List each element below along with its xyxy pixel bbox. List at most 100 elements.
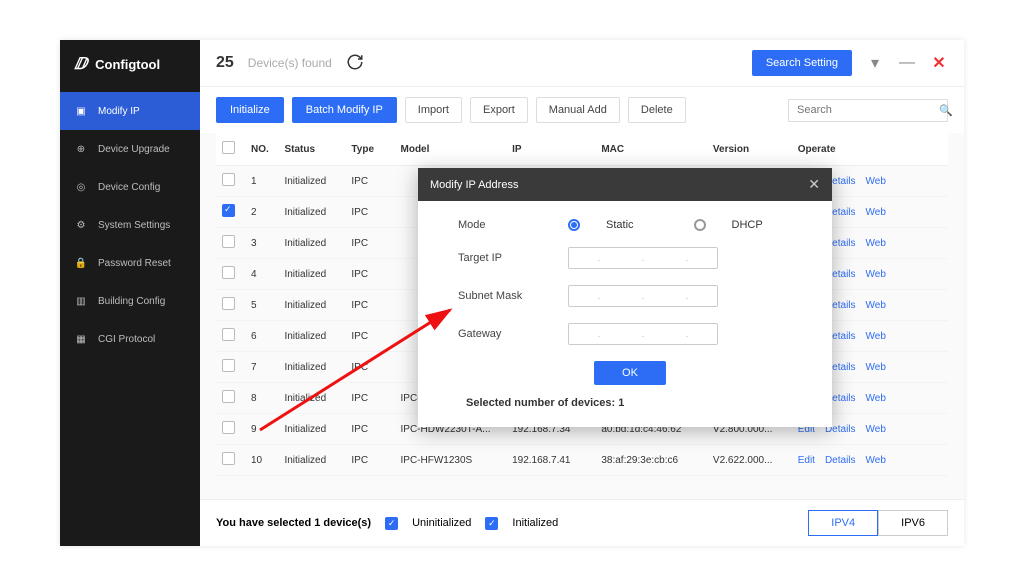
sidebar-item-label: System Settings (98, 220, 170, 231)
sidebar-item-label: Building Config (98, 296, 165, 307)
row-checkbox[interactable] (222, 452, 235, 465)
row-checkbox[interactable] (222, 328, 235, 341)
search-icon[interactable]: 🔍 (939, 104, 953, 117)
col-ip: IP (506, 133, 595, 166)
search-box[interactable]: 🔍 (788, 99, 948, 122)
initialized-label: Initialized (512, 517, 558, 529)
ip-version-segment: IPV4 IPV6 (808, 510, 948, 536)
search-input[interactable] (797, 104, 939, 116)
row-checkbox[interactable] (222, 359, 235, 372)
export-button[interactable]: Export (470, 97, 528, 123)
row-checkbox[interactable] (222, 235, 235, 248)
col-mac: MAC (595, 133, 707, 166)
sidebar-item-label: CGI Protocol (98, 334, 155, 345)
search-setting-button[interactable]: Search Setting (752, 50, 852, 76)
select-all-checkbox[interactable] (222, 141, 235, 154)
web-link[interactable]: Web (866, 176, 886, 187)
col-model: Model (395, 133, 507, 166)
sidebar-item-system-settings[interactable]: ⚙ System Settings (60, 206, 200, 244)
mode-label: Mode (458, 219, 548, 231)
col-status: Status (278, 133, 345, 166)
batch-modify-ip-button[interactable]: Batch Modify IP (292, 97, 397, 123)
manual-add-button[interactable]: Manual Add (536, 97, 620, 123)
sidebar-item-device-upgrade[interactable]: ⊕ Device Upgrade (60, 130, 200, 168)
ipv4-button[interactable]: IPV4 (808, 510, 878, 536)
sidebar-item-modify-ip[interactable]: ▣ Modify IP (60, 92, 200, 130)
target-ip-label: Target IP (458, 252, 548, 264)
uninitialized-label: Uninitialized (412, 517, 471, 529)
dhcp-radio[interactable] (694, 219, 706, 231)
filter-icon[interactable]: ▾ (866, 54, 884, 72)
web-link[interactable]: Web (866, 269, 886, 280)
cell-no: 9 (245, 414, 278, 445)
cell-type: IPC (345, 290, 394, 321)
initialize-button[interactable]: Initialize (216, 97, 284, 123)
lock-icon: 🔒 (74, 256, 88, 270)
sidebar-item-cgi-protocol[interactable]: ▦ CGI Protocol (60, 320, 200, 358)
web-link[interactable]: Web (866, 424, 886, 435)
cell-no: 7 (245, 352, 278, 383)
ok-button[interactable]: OK (594, 361, 666, 385)
target-ip-input[interactable]: ... (568, 247, 718, 269)
cell-status: Initialized (278, 290, 345, 321)
initialized-checkbox[interactable]: ✓ (485, 517, 498, 530)
minimize-icon[interactable]: — (898, 54, 916, 72)
footer: You have selected 1 device(s) ✓ Uninitia… (200, 499, 964, 546)
row-checkbox[interactable] (222, 204, 235, 217)
device-found-label: Device(s) found (248, 56, 332, 70)
modal-close-icon[interactable]: ✕ (808, 176, 820, 193)
web-link[interactable]: Web (866, 207, 886, 218)
details-link[interactable]: Details (825, 455, 856, 466)
web-link[interactable]: Web (866, 362, 886, 373)
cell-no: 5 (245, 290, 278, 321)
uninitialized-checkbox[interactable]: ✓ (385, 517, 398, 530)
cell-type: IPC (345, 166, 394, 197)
import-button[interactable]: Import (405, 97, 462, 123)
web-link[interactable]: Web (866, 238, 886, 249)
web-link[interactable]: Web (866, 455, 886, 466)
row-checkbox[interactable] (222, 390, 235, 403)
refresh-icon[interactable] (346, 53, 366, 73)
cell-no: 2 (245, 197, 278, 228)
cell-status: Initialized (278, 259, 345, 290)
cell-no: 8 (245, 383, 278, 414)
brand: ⅅ Configtool (60, 40, 200, 92)
row-checkbox[interactable] (222, 173, 235, 186)
sidebar-item-password-reset[interactable]: 🔒 Password Reset (60, 244, 200, 282)
cell-status: Initialized (278, 445, 345, 476)
modify-ip-modal: Modify IP Address ✕ Mode Static DHCP Tar… (418, 168, 832, 427)
subnet-mask-input[interactable]: ... (568, 285, 718, 307)
web-link[interactable]: Web (866, 300, 886, 311)
building-icon: ▥ (74, 294, 88, 308)
cell-mac: 38:af:29:3e:cb:c6 (595, 445, 707, 476)
web-link[interactable]: Web (866, 393, 886, 404)
row-checkbox[interactable] (222, 421, 235, 434)
sidebar-item-building-config[interactable]: ▥ Building Config (60, 282, 200, 320)
gateway-input[interactable]: ... (568, 323, 718, 345)
sidebar-item-device-config[interactable]: ◎ Device Config (60, 168, 200, 206)
cell-status: Initialized (278, 166, 345, 197)
static-radio[interactable] (568, 219, 580, 231)
sidebar-item-label: Device Upgrade (98, 144, 170, 155)
cell-type: IPC (345, 352, 394, 383)
cell-type: IPC (345, 445, 394, 476)
config-icon: ◎ (74, 180, 88, 194)
close-icon[interactable]: ✕ (930, 54, 948, 72)
cell-no: 4 (245, 259, 278, 290)
cell-status: Initialized (278, 197, 345, 228)
row-checkbox[interactable] (222, 297, 235, 310)
web-link[interactable]: Web (866, 331, 886, 342)
main-panel: 25 Device(s) found Search Setting ▾ — ✕ … (200, 40, 964, 546)
edit-link[interactable]: Edit (798, 455, 815, 466)
cell-operate: Edit Details Web (792, 445, 948, 476)
topbar: 25 Device(s) found Search Setting ▾ — ✕ (200, 40, 964, 87)
ipv6-button[interactable]: IPV6 (878, 510, 948, 536)
delete-button[interactable]: Delete (628, 97, 686, 123)
cell-type: IPC (345, 197, 394, 228)
col-version: Version (707, 133, 792, 166)
toolbar: Initialize Batch Modify IP Import Export… (200, 87, 964, 133)
sidebar: ⅅ Configtool ▣ Modify IP ⊕ Device Upgrad… (60, 40, 200, 546)
row-checkbox[interactable] (222, 266, 235, 279)
cell-model: IPC-HFW1230S (395, 445, 507, 476)
sidebar-item-label: Device Config (98, 182, 160, 193)
